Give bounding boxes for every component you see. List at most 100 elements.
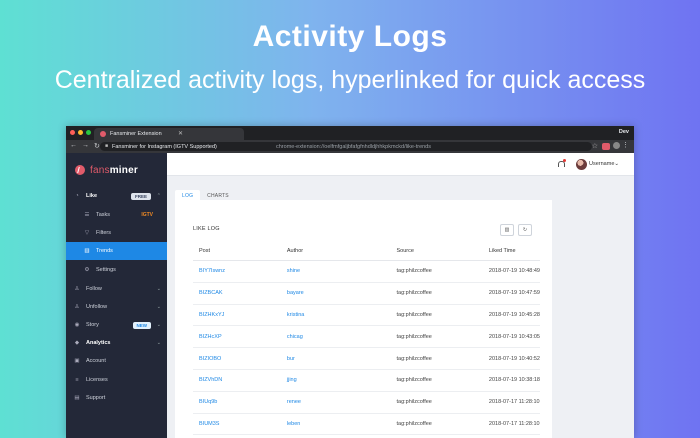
notification-dot: [563, 159, 566, 162]
delete-button[interactable]: ▥: [500, 224, 514, 236]
author-link[interactable]: bur: [280, 347, 391, 370]
sidebar-item-tasks[interactable]: ☰ Tasks IGTV: [66, 206, 167, 224]
post-link[interactable]: BIUq9b: [193, 391, 281, 414]
sidebar-item-like[interactable]: ◔ Like FREE ⌃: [66, 187, 167, 205]
user-plus-icon: ♙: [74, 286, 80, 292]
liked-time-cell: 2018-07-19 10:43:05: [482, 325, 540, 349]
menu-icon[interactable]: ⋮: [622, 141, 629, 149]
source-cell: tag:philzcoffee: [390, 347, 483, 370]
author-link[interactable]: jjing: [280, 369, 391, 392]
author-link[interactable]: leben: [280, 413, 391, 436]
table-row: BIZBCAK bayare tag:philzcoffee 2018-07-1…: [193, 282, 540, 305]
back-icon[interactable]: ←: [70, 142, 77, 150]
eye-icon: ◉: [74, 322, 80, 328]
star-icon[interactable]: ☆: [592, 142, 598, 150]
profile-label[interactable]: Dev: [619, 129, 629, 135]
url-text: chrome-extension://oelfmfgaljbfafgfnhdld…: [276, 143, 431, 150]
sidebar-item-label: Unfollow: [86, 304, 108, 310]
minimize-window-button[interactable]: [78, 130, 83, 135]
sidebar-item-label: Tasks: [96, 212, 111, 218]
sidebar-item-follow[interactable]: ♙ Follow ⌄: [66, 280, 167, 298]
logo-icon: [75, 165, 85, 175]
filter-icon: ▽: [84, 230, 90, 236]
list-icon: ≡: [75, 377, 79, 383]
column-header-liked-time[interactable]: Liked Time: [482, 241, 540, 261]
logo-prefix: fans: [90, 164, 110, 176]
username: Username: [589, 161, 615, 167]
chevron-down-icon: ⌄: [156, 304, 161, 310]
column-header-post[interactable]: Post: [193, 241, 281, 261]
sidebar-item-label: Filters: [96, 230, 111, 236]
logo[interactable]: fansminer: [75, 163, 138, 177]
analytics-icon: ◆: [74, 340, 80, 346]
sidebar-item-label: Analytics: [86, 340, 111, 346]
source-cell: tag:philzcoffee: [390, 325, 483, 349]
extension-icon-2[interactable]: [613, 142, 620, 149]
sidebar-item-label: Account: [86, 358, 106, 364]
table-row: BIZVhDN jjing tag:philzcoffee 2018-07-19…: [193, 369, 540, 392]
source-cell: tag:philzcoffee: [390, 369, 483, 392]
forward-icon[interactable]: →: [82, 142, 89, 150]
new-badge: NEW: [132, 321, 151, 329]
author-link[interactable]: renee: [280, 391, 391, 414]
extension-page-icon: ■: [105, 143, 109, 149]
url-input[interactable]: ■ Fansminer for Instagram (IGTV Supporte…: [100, 142, 592, 151]
author-link[interactable]: shine: [280, 260, 391, 283]
extension-icon[interactable]: [602, 143, 610, 150]
sidebar: fansminer ◔ Like FREE ⌃ ☰ Tasks IGTV ▽ F…: [66, 153, 167, 438]
spinner-icon: ◔: [75, 193, 79, 199]
table-row: BIZIOBO bur tag:philzcoffee 2018-07-19 1…: [193, 347, 540, 370]
post-link[interactable]: BIZVhDN: [193, 369, 281, 392]
reload-icon[interactable]: ↻: [94, 142, 100, 150]
post-link[interactable]: BIY7Iswnz: [193, 260, 281, 283]
browser-tab[interactable]: Fansminer Extension ✕: [94, 128, 244, 140]
chevron-down-icon: ⌄: [156, 340, 161, 346]
source-cell: tag:philzcoffee: [390, 282, 483, 305]
author-link[interactable]: bayare: [280, 282, 391, 305]
sidebar-item-licenses[interactable]: ≡ Licenses: [66, 371, 167, 389]
table-row: BIY7Iswnz shine tag:philzcoffee 2018-07-…: [193, 260, 540, 283]
sidebar-item-analytics[interactable]: ◆ Analytics ⌄: [66, 334, 167, 352]
post-link[interactable]: BIZBCAK: [193, 282, 281, 305]
gear-icon: ⚙: [84, 267, 90, 273]
sidebar-item-story[interactable]: ◉ Story NEW ⌄: [66, 316, 167, 334]
sidebar-item-support[interactable]: ▤ Support: [66, 389, 167, 407]
sidebar-item-unfollow[interactable]: ♙ Unfollow ⌄: [66, 298, 167, 316]
chevron-down-icon: ⌄: [614, 161, 619, 167]
refresh-button[interactable]: ↻: [518, 224, 532, 236]
sidebar-item-label: Trends: [96, 248, 113, 254]
table-header-row: Post Author Source Liked Time: [193, 241, 540, 261]
sidebar-item-filters[interactable]: ▽ Filters: [66, 224, 167, 242]
table-row: BIZHKxYJ kristina tag:philzcoffee 2018-0…: [193, 304, 540, 327]
close-icon[interactable]: ✕: [178, 130, 183, 137]
post-link[interactable]: BIZIOBO: [193, 347, 281, 370]
browser-tabstrip: Fansminer Extension ✕ Dev: [66, 126, 634, 140]
tasks-icon: ☰: [84, 212, 90, 218]
post-link[interactable]: BIUM3S: [193, 413, 281, 436]
user-menu[interactable]: Username⌄: [589, 161, 619, 167]
author-link[interactable]: kristina: [280, 304, 391, 327]
post-link[interactable]: BIZHcXP: [193, 325, 281, 349]
sidebar-item-label: Story: [86, 322, 99, 328]
sidebar-item-settings[interactable]: ⚙ Settings: [66, 261, 167, 279]
source-cell: tag:philzcoffee: [390, 413, 483, 436]
column-header-author[interactable]: Author: [280, 241, 391, 261]
table-row: BIUq9b renee tag:philzcoffee 2018-07-17 …: [193, 391, 540, 414]
column-header-source[interactable]: Source: [390, 241, 483, 261]
maximize-window-button[interactable]: [86, 130, 91, 135]
close-window-button[interactable]: [70, 130, 75, 135]
avatar[interactable]: [576, 159, 587, 170]
post-link[interactable]: BIZHKxYJ: [193, 304, 281, 327]
sidebar-item-trends[interactable]: ▥ Trends: [66, 242, 167, 260]
address-bar: ← → ↻ ■ Fansminer for Instagram (IGTV Su…: [66, 140, 634, 153]
igtv-tag: IGTV: [141, 212, 153, 218]
author-link[interactable]: chicag: [280, 325, 391, 349]
table-row: BIZHcXP chicag tag:philzcoffee 2018-07-1…: [193, 325, 540, 349]
sidebar-item-label: Settings: [96, 267, 116, 273]
like-log-table: Post Author Source Liked Time BIY7Iswnz …: [193, 241, 540, 436]
browser-window: Fansminer Extension ✕ Dev ← → ↻ ■ Fansmi…: [66, 126, 634, 438]
sidebar-item-account[interactable]: ▣ Account: [66, 352, 167, 370]
bell-icon[interactable]: [558, 159, 566, 167]
user-minus-icon: ♙: [74, 304, 80, 310]
site-label: Fansminer for Instagram (IGTV Supported): [112, 143, 217, 150]
